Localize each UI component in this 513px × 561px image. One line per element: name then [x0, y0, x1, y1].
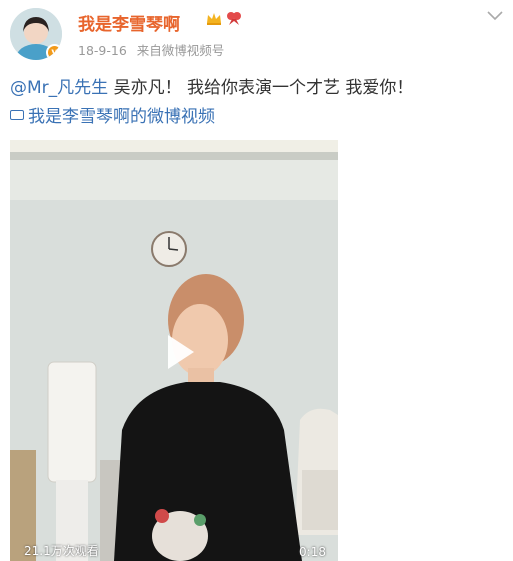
- view-count: 21.1万次观看: [24, 544, 99, 558]
- username[interactable]: 我是李雪琴啊: [78, 10, 180, 35]
- video-duration: 0:18: [299, 545, 326, 559]
- post-text: @Mr_凡先生 吴亦凡！ 我给你表演一个才艺 我爱你！: [10, 74, 510, 102]
- post-body: 吴亦凡！ 我给你表演一个才艺 我爱你！: [108, 78, 414, 98]
- post-source[interactable]: 来自微博视频号: [137, 43, 225, 58]
- video-link[interactable]: 我是李雪琴啊的微博视频: [10, 102, 215, 127]
- video-player[interactable]: 21.1万次观看 0:18: [10, 140, 338, 561]
- ribbon-icon: [227, 12, 241, 25]
- video-icon: [10, 110, 24, 120]
- avatar[interactable]: v: [10, 8, 62, 60]
- video-link-label: 我是李雪琴啊的微博视频: [28, 107, 215, 127]
- post-date: 18-9-16: [78, 43, 127, 58]
- crown-icon: [207, 13, 221, 25]
- mention-link[interactable]: @Mr_凡先生: [10, 78, 108, 98]
- play-icon[interactable]: [168, 335, 194, 369]
- chevron-down-icon[interactable]: [487, 10, 503, 22]
- post-meta: 18-9-16 来自微博视频号: [78, 40, 224, 59]
- verified-icon: v: [46, 44, 62, 60]
